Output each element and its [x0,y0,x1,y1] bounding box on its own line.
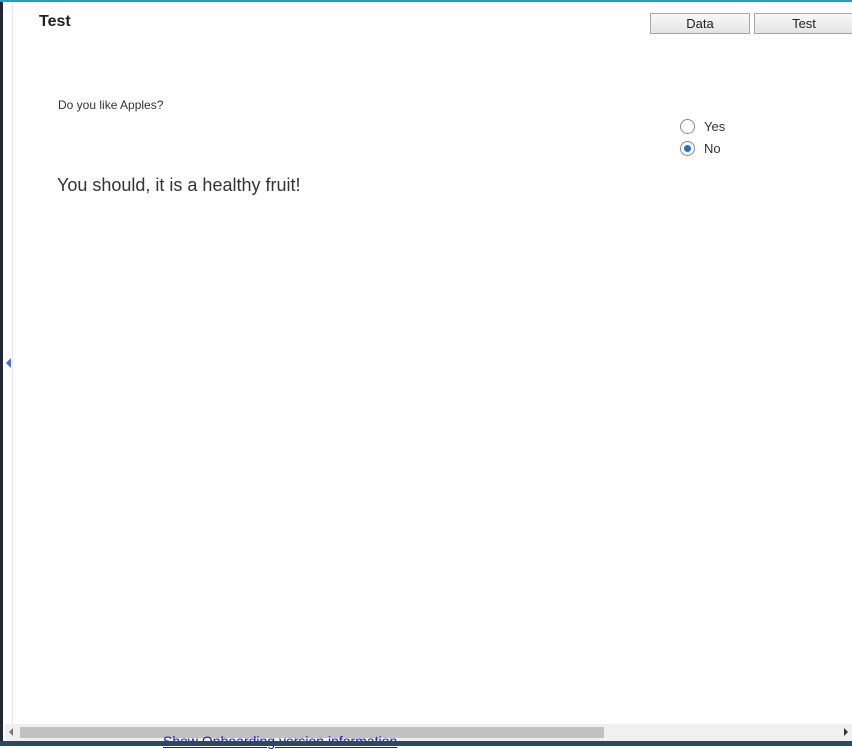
radio-option-no[interactable]: No [680,139,721,157]
test-button[interactable]: Test [754,13,852,34]
radio-option-yes[interactable]: Yes [680,117,725,135]
data-button[interactable]: Data [650,13,750,34]
radio-button-yes[interactable] [680,118,695,134]
horizontal-scrollbar[interactable] [5,724,852,741]
app-frame: Test Data Test Do you like Apples? Yes N… [0,0,852,749]
scroll-right-arrow-icon[interactable] [844,728,848,736]
side-panel-collapsed [3,2,13,746]
scroll-left-arrow-icon[interactable] [9,728,13,736]
question-label: Do you like Apples? [58,98,164,112]
page-title: Test [39,13,71,30]
radio-label-no: No [704,140,721,156]
answer-message: You should, it is a healthy fruit! [57,175,301,195]
expand-panel-arrow-icon[interactable] [6,358,11,368]
radio-label-yes: Yes [704,118,726,134]
radio-button-no[interactable] [680,140,695,156]
